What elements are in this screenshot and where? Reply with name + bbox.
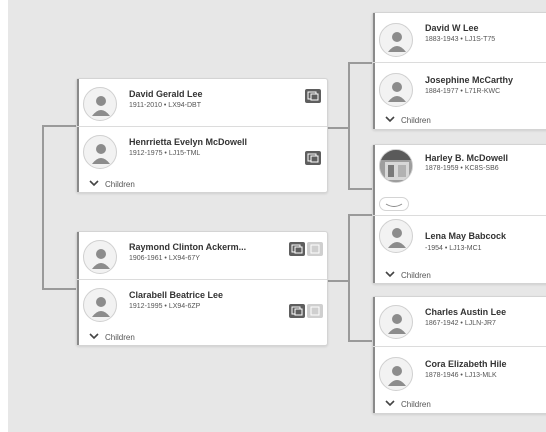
connector-line <box>42 125 44 290</box>
connector-line <box>42 125 78 127</box>
connector-line <box>326 280 350 282</box>
person-row[interactable]: Cora Elizabeth Hile 1878-1946 • LJ13-MLK <box>373 349 546 397</box>
person-photo-icon[interactable] <box>379 149 413 183</box>
connector-line <box>348 62 350 190</box>
children-toggle[interactable]: Children <box>373 395 546 415</box>
person-name[interactable]: David W Lee <box>425 23 546 33</box>
couple-link-icon[interactable] <box>379 197 409 211</box>
person-silhouette-icon <box>388 366 406 386</box>
avatar[interactable] <box>379 219 413 253</box>
chevron-down-icon <box>385 400 395 407</box>
record-hint-icon[interactable] <box>305 151 321 165</box>
avatar[interactable] <box>379 305 413 339</box>
family-card: Harley B. McDowell 1878-1959 • KC8S-SB6 … <box>372 144 546 284</box>
person-silhouette-icon <box>92 96 110 116</box>
person-silhouette-icon <box>388 32 406 52</box>
person-silhouette-icon <box>92 144 110 164</box>
family-card: Raymond Clinton Ackerm... 1906-1961 • LX… <box>76 231 328 346</box>
divider <box>373 346 546 347</box>
person-name[interactable]: David Gerald Lee <box>129 89 283 99</box>
children-toggle[interactable]: Children <box>77 175 327 195</box>
person-row[interactable]: Henrrietta Evelyn McDowell 1912-1975 • L… <box>77 127 327 175</box>
children-toggle[interactable]: Children <box>77 328 327 348</box>
connector-line <box>348 214 350 342</box>
person-lifespan-id: 1878-1946 • LJ13-MLK <box>425 372 497 379</box>
connector-line <box>348 188 374 190</box>
person-silhouette-icon <box>388 228 406 248</box>
person-name[interactable]: Harley B. McDowell <box>425 153 546 163</box>
person-silhouette-icon <box>92 249 110 269</box>
connector-line <box>348 214 374 216</box>
connector-line <box>42 288 78 290</box>
person-row[interactable]: Clarabell Beatrice Lee 1912-1995 • LX94-… <box>77 280 327 328</box>
children-label: Children <box>401 271 431 280</box>
person-name[interactable]: Henrrietta Evelyn McDowell <box>129 137 291 147</box>
avatar[interactable] <box>83 135 117 169</box>
children-label: Children <box>105 333 135 342</box>
pedigree-canvas: David Gerald Lee 1911-2010 • LX94-DBT He… <box>8 0 546 432</box>
person-name[interactable]: Clarabell Beatrice Lee <box>129 290 277 300</box>
avatar[interactable] <box>379 23 413 57</box>
chevron-down-icon <box>385 271 395 278</box>
person-lifespan-id: 1884-1977 • L71R-KWC <box>425 88 501 95</box>
avatar[interactable] <box>83 240 117 274</box>
person-lifespan-id: 1912-1995 • LX94-6ZP <box>129 303 201 310</box>
person-lifespan-id: -1954 • LJ13-MC1 <box>425 245 482 252</box>
record-hint-icon[interactable] <box>289 304 305 318</box>
person-name[interactable]: Josephine McCarthy <box>425 75 546 85</box>
person-name[interactable]: Charles Austin Lee <box>425 307 546 317</box>
connector-line <box>348 340 374 342</box>
person-row[interactable]: David Gerald Lee 1911-2010 • LX94-DBT <box>77 79 327 127</box>
person-name[interactable]: Raymond Clinton Ackerm... <box>129 242 277 252</box>
person-lifespan-id: 1878-1959 • KC8S-SB6 <box>425 165 499 172</box>
children-label: Children <box>401 116 431 125</box>
children-toggle[interactable]: Children <box>373 266 546 286</box>
person-name[interactable]: Lena May Babcock <box>425 231 546 241</box>
chevron-down-icon <box>89 333 99 340</box>
children-label: Children <box>401 400 431 409</box>
person-silhouette-icon <box>92 297 110 317</box>
person-silhouette-icon <box>388 82 406 102</box>
chevron-down-icon <box>89 180 99 187</box>
person-silhouette-icon <box>388 314 406 334</box>
person-row[interactable]: Charles Austin Lee 1867-1942 • LJLN-JR7 <box>373 297 546 345</box>
avatar[interactable] <box>83 288 117 322</box>
family-card: David W Lee 1883-1943 • LJ1S-T75 Josephi… <box>372 12 546 130</box>
chevron-down-icon <box>385 116 395 123</box>
person-row[interactable]: Raymond Clinton Ackerm... 1906-1961 • LX… <box>77 232 327 280</box>
avatar[interactable] <box>379 357 413 391</box>
person-row[interactable]: Lena May Babcock -1954 • LJ13-MC1 <box>373 217 546 265</box>
children-label: Children <box>105 180 135 189</box>
source-icon[interactable] <box>307 304 323 318</box>
record-hint-icon[interactable] <box>289 242 305 256</box>
connector-line <box>326 127 350 129</box>
person-row[interactable]: Harley B. McDowell 1878-1959 • KC8S-SB6 <box>373 145 546 193</box>
person-row[interactable]: Josephine McCarthy 1884-1977 • L71R-KWC <box>373 65 546 113</box>
record-hint-icon[interactable] <box>305 89 321 103</box>
person-row[interactable]: David W Lee 1883-1943 • LJ1S-T75 <box>373 13 546 61</box>
family-card: Charles Austin Lee 1867-1942 • LJLN-JR7 … <box>372 296 546 414</box>
person-lifespan-id: 1883-1943 • LJ1S-T75 <box>425 36 496 43</box>
divider <box>373 215 546 216</box>
person-lifespan-id: 1912-1975 • LJ15-TML <box>129 150 201 157</box>
divider <box>373 62 546 63</box>
person-lifespan-id: 1911-2010 • LX94-DBT <box>129 102 201 109</box>
person-lifespan-id: 1867-1942 • LJLN-JR7 <box>425 320 496 327</box>
avatar[interactable] <box>83 87 117 121</box>
avatar[interactable] <box>379 73 413 107</box>
connector-line <box>348 62 374 64</box>
family-card: David Gerald Lee 1911-2010 • LX94-DBT He… <box>76 78 328 193</box>
person-name[interactable]: Cora Elizabeth Hile <box>425 359 546 369</box>
person-lifespan-id: 1906-1961 • LX94-67Y <box>129 255 200 262</box>
children-toggle[interactable]: Children <box>373 111 546 131</box>
source-icon[interactable] <box>307 242 323 256</box>
person-photo <box>380 150 412 182</box>
